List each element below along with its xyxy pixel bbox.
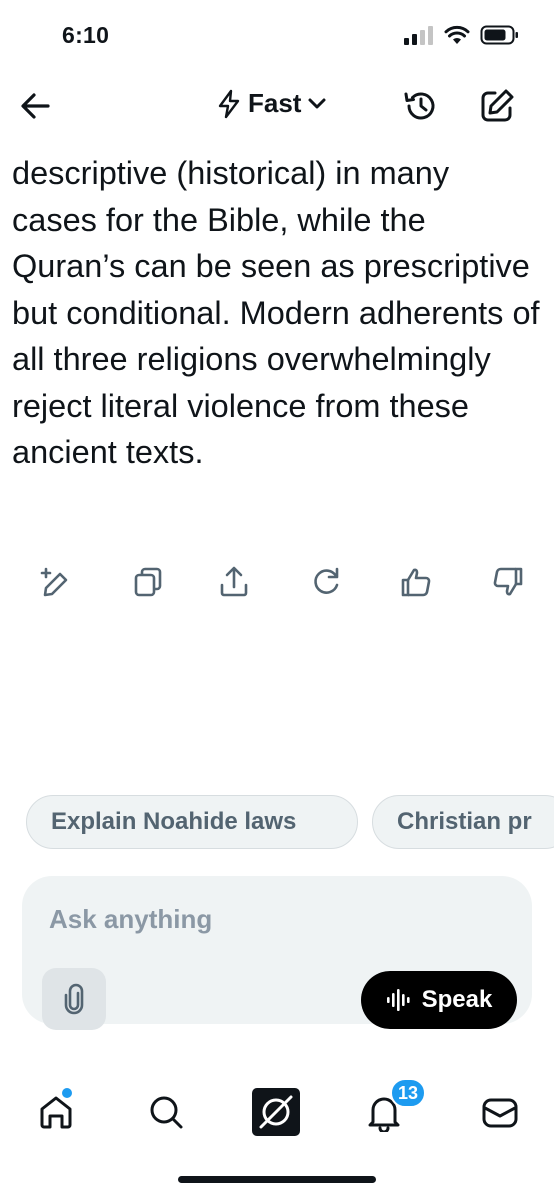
- chevron-down-icon: [308, 98, 326, 108]
- nav-notifications[interactable]: 13: [358, 1078, 427, 1138]
- response-text: descriptive (historical) in many cases f…: [12, 155, 540, 470]
- history-icon: [404, 92, 435, 120]
- response-actions: [0, 560, 554, 604]
- thumbs-down-icon: [493, 567, 523, 596]
- grok-icon: [252, 1088, 300, 1136]
- regenerate-button[interactable]: [304, 560, 348, 604]
- nav-messages[interactable]: [474, 1086, 526, 1138]
- mode-label: Fast: [248, 88, 302, 118]
- suggestion-chip[interactable]: Christian pr: [372, 795, 554, 849]
- like-button[interactable]: [394, 560, 438, 604]
- new-chat-button[interactable]: [478, 87, 516, 125]
- thumbs-up-icon: [401, 568, 431, 597]
- status-icons: [404, 24, 520, 46]
- status-time: 6:10: [62, 22, 110, 48]
- home-notification-dot: [62, 1088, 72, 1098]
- search-icon: [150, 1096, 183, 1129]
- paperclip-icon: [64, 983, 84, 1015]
- share-button[interactable]: [212, 560, 256, 604]
- suggestion-chip[interactable]: Explain Noahide laws: [26, 795, 358, 849]
- history-button[interactable]: [402, 87, 440, 125]
- composer: Ask anything Speak: [22, 876, 532, 1030]
- nav-grok[interactable]: [250, 1086, 302, 1138]
- home-indicator: [178, 1176, 376, 1183]
- dislike-button[interactable]: [486, 560, 530, 604]
- copy-icon: [134, 567, 162, 597]
- nav-search[interactable]: [140, 1086, 192, 1138]
- mail-icon: [482, 1098, 518, 1128]
- battery-icon: [480, 25, 518, 45]
- regenerate-icon: [314, 567, 339, 594]
- copy-button[interactable]: [126, 560, 170, 604]
- edit-sparkle-icon: [40, 567, 68, 597]
- voice-waveform-icon: [386, 989, 410, 1011]
- attach-button[interactable]: [42, 968, 106, 1030]
- back-button[interactable]: [18, 88, 54, 124]
- ask-input[interactable]: Ask anything: [49, 904, 212, 935]
- notification-badge: 13: [390, 1078, 427, 1108]
- signal-icon: [404, 26, 433, 45]
- speak-button[interactable]: Speak: [361, 971, 517, 1029]
- share-icon: [220, 566, 248, 597]
- bottom-nav: 13: [0, 1078, 554, 1140]
- home-icon: [40, 1096, 72, 1129]
- edit-button[interactable]: [33, 560, 77, 604]
- wifi-icon: [444, 25, 470, 44]
- compose-icon: [481, 89, 514, 122]
- nav-home[interactable]: [30, 1086, 82, 1138]
- arrow-left-icon: [21, 93, 50, 119]
- speak-label: Speak: [421, 986, 493, 1013]
- lightning-icon: [218, 89, 240, 118]
- mode-selector[interactable]: Fast: [216, 88, 327, 119]
